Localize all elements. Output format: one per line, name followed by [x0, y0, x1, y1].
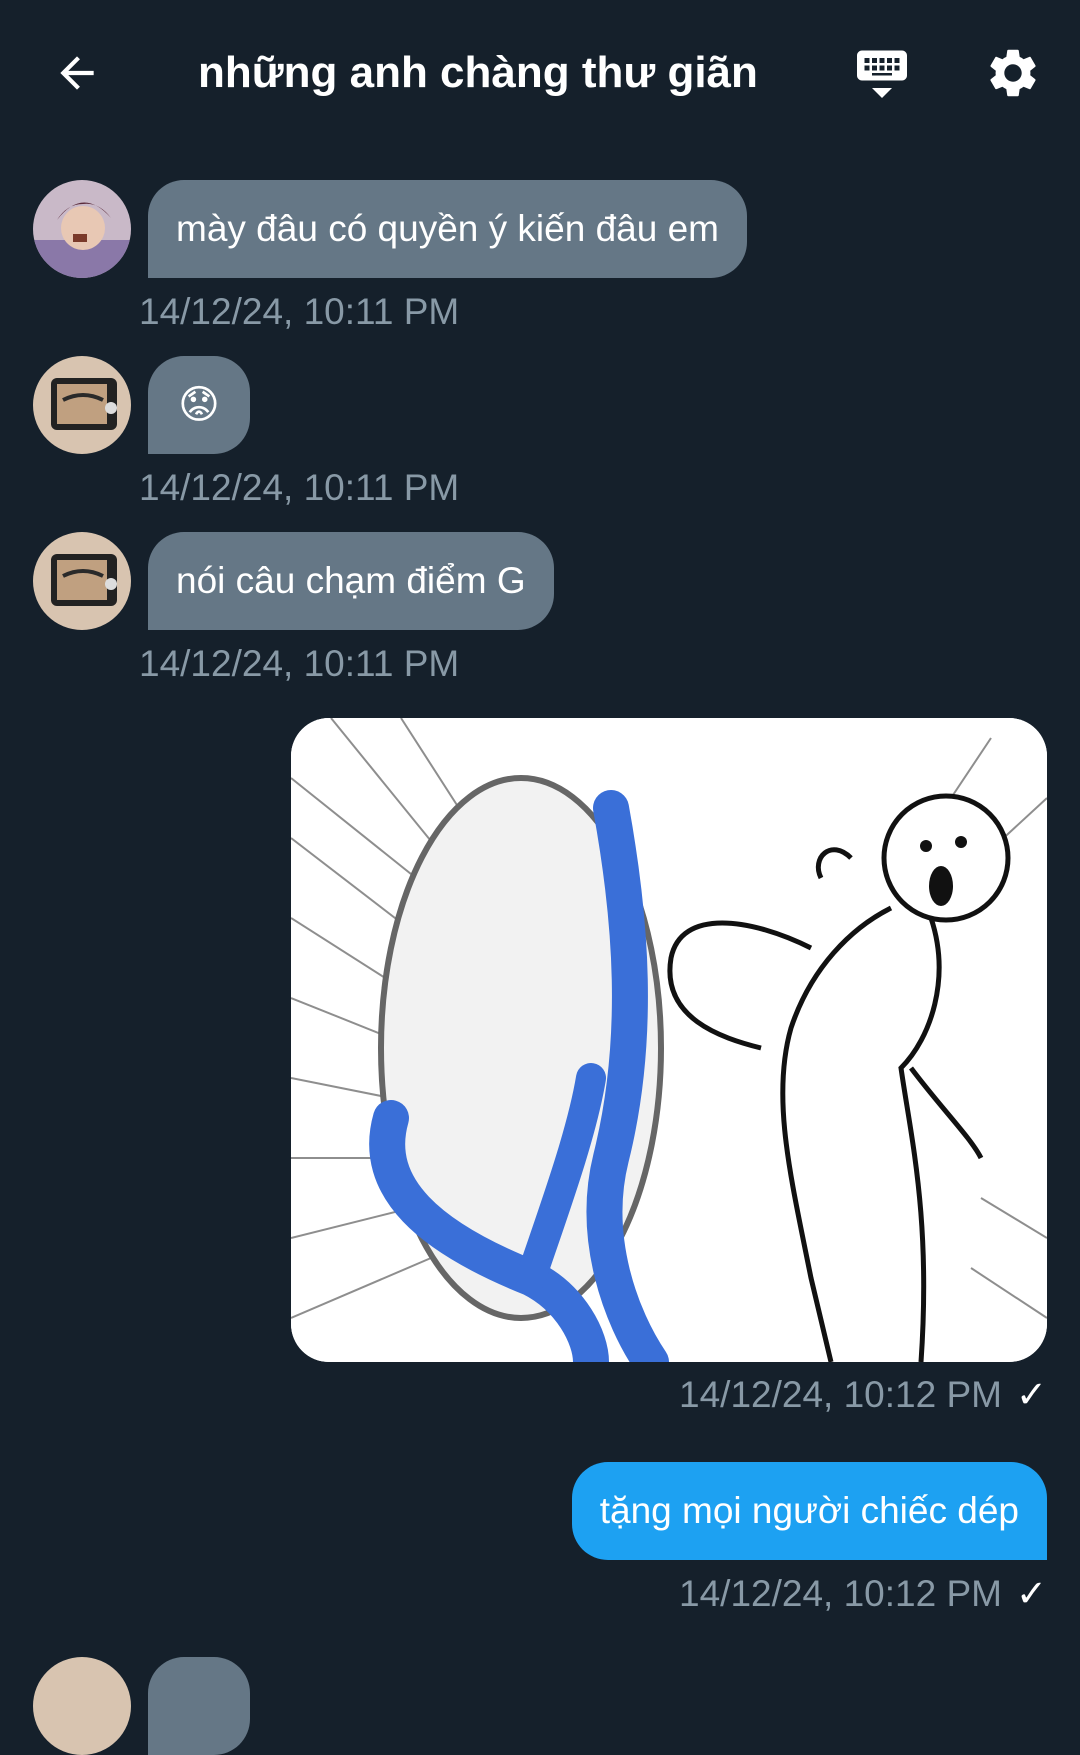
user-photo-avatar	[33, 532, 131, 630]
message-timestamp: 14/12/24, 10:12 PM	[679, 1573, 1002, 1614]
message-text: nói câu chạm điểm G	[176, 560, 526, 601]
message-timestamp-row: 14/12/24, 10:12 PM ✓	[679, 1373, 1047, 1417]
avatar[interactable]	[33, 532, 131, 630]
settings-button[interactable]	[980, 40, 1046, 106]
message-text: mày đâu có quyền ý kiến đâu em	[176, 208, 719, 249]
image-message[interactable]	[291, 718, 1047, 1362]
keyboard-icon	[857, 50, 907, 98]
gear-icon	[990, 49, 1036, 97]
message-bubble[interactable]: 😟	[148, 356, 250, 454]
keyboard-button[interactable]	[850, 40, 914, 106]
avatar[interactable]	[33, 1657, 131, 1755]
emoji-message: 😟	[178, 383, 220, 427]
message-bubble[interactable]: mày đâu có quyền ý kiến đâu em	[148, 180, 747, 278]
message-timestamp: 14/12/24, 10:11 PM	[139, 291, 460, 332]
message-timestamp: 14/12/24, 10:12 PM	[679, 1374, 1002, 1415]
arrow-left-icon	[60, 56, 94, 90]
message-timestamp: 14/12/24, 10:11 PM	[139, 643, 460, 684]
message-bubble[interactable]	[148, 1657, 250, 1755]
chat-header: những anh chàng thư giãn	[0, 0, 1080, 150]
avatar[interactable]	[33, 180, 131, 278]
message-bubble[interactable]: tặng mọi người chiếc dép	[571, 1462, 1047, 1560]
message-bubble[interactable]: nói câu chạm điểm G	[148, 532, 554, 630]
message-timestamp: 14/12/24, 10:11 PM	[139, 467, 460, 508]
chat-title: những anh chàng thư giãn	[198, 48, 758, 97]
sent-check-icon: ✓	[1015, 1573, 1047, 1614]
user-photo-avatar	[33, 180, 131, 278]
sent-check-icon: ✓	[1015, 1374, 1047, 1415]
message-text: tặng mọi người chiếc dép	[599, 1490, 1019, 1531]
message-timestamp-row: 14/12/24, 10:12 PM ✓	[679, 1572, 1047, 1616]
user-photo-avatar	[33, 1657, 131, 1755]
back-button[interactable]	[44, 40, 110, 106]
meme-image	[291, 718, 1047, 1362]
user-photo-avatar	[33, 356, 131, 454]
avatar[interactable]	[33, 356, 131, 454]
